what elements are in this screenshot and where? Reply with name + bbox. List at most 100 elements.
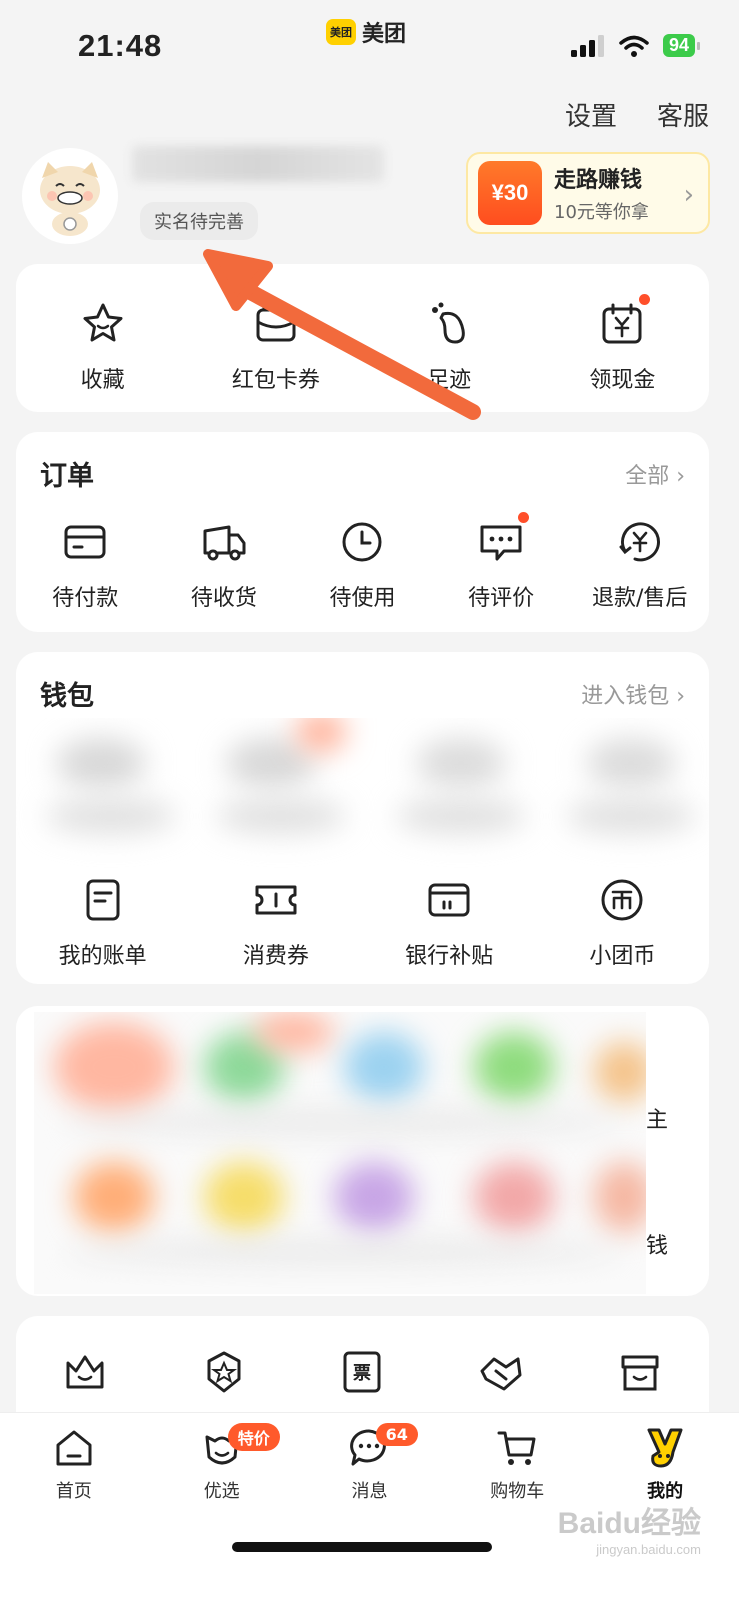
nav-home[interactable]: 首页 — [0, 1425, 148, 1503]
red-envelope-icon: ¥30 — [478, 161, 542, 225]
wallet-xiaotuan-coin[interactable]: 小团币 — [536, 874, 709, 970]
wallet-enter-link[interactable]: 进入钱包 › — [581, 678, 685, 710]
status-icons: 94 — [570, 34, 701, 57]
customer-service-link[interactable]: 客服 — [657, 96, 709, 133]
order-pending-payment[interactable]: 待付款 — [16, 516, 155, 612]
wallet-bank-subsidy[interactable]: 银行补贴 — [363, 874, 536, 970]
wallet-item-label: 我的账单 — [58, 944, 147, 969]
orders-title: 订单 — [40, 461, 94, 492]
top-links: 设置 客服 — [565, 96, 709, 133]
chevron-right-icon: › — [683, 180, 694, 210]
real-name-verify-tag[interactable]: 实名待完善 — [140, 202, 258, 240]
signal-icon — [570, 34, 604, 57]
meituan-logo-icon: 美团 — [326, 19, 356, 45]
quick-action-label: 领现金 — [589, 368, 656, 393]
refund-icon — [614, 516, 666, 568]
wallet-item-label: 消费券 — [242, 944, 309, 969]
order-status-label: 待收货 — [190, 586, 257, 611]
nav-label: 优选 — [203, 1481, 240, 1502]
baidu-watermark: Baidu经验 jingyan.baidu.com — [558, 1498, 701, 1557]
walk-card-title: 走路赚钱 — [554, 168, 643, 193]
order-status-label: 退款/售后 — [591, 586, 688, 611]
notification-dot — [518, 512, 530, 523]
watermark-text: Baidu经验 — [557, 1507, 701, 1540]
wallet-my-bill[interactable]: 我的账单 — [16, 874, 189, 970]
truck-icon — [198, 516, 250, 568]
coin-icon — [596, 874, 648, 926]
nickname-redacted — [132, 146, 384, 182]
service-partial-label: 钱 — [646, 1234, 669, 1259]
quick-action-label: 红包卡券 — [231, 368, 320, 393]
watermark-subtext: jingyan.baidu.com — [596, 1542, 701, 1557]
wallet-card-icon — [250, 298, 302, 350]
quick-action-get-cash[interactable]: 领现金 — [536, 294, 709, 394]
orders-card: 订单 全部 › 待付款 待收货 待使用 待评价 退款/售后 — [16, 432, 709, 632]
nav-messages[interactable]: 64 消息 — [296, 1423, 444, 1503]
more-service-item[interactable] — [16, 1346, 155, 1398]
wallet-title: 钱包 — [40, 681, 94, 712]
nav-label: 首页 — [55, 1481, 92, 1502]
nav-cart[interactable]: 购物车 — [443, 1425, 591, 1503]
more-services-grid: 票 — [16, 1346, 709, 1398]
quick-action-label: 收藏 — [80, 368, 125, 393]
wallet-card: 钱包 进入钱包 › 我的账单 消费券 银行补贴 小团币 — [16, 652, 709, 984]
battery-indicator: 94 — [662, 34, 701, 57]
quick-action-label: 足迹 — [427, 368, 472, 393]
wallet-item-label: 小团币 — [589, 944, 656, 969]
walk-card-subtitle: 10元等你拿 — [554, 202, 649, 223]
nav-badge-count: 64 — [375, 1423, 418, 1446]
order-refund-aftersale[interactable]: 退款/售后 — [570, 516, 709, 612]
clock-icon — [336, 516, 388, 568]
card-icon — [59, 516, 111, 568]
wallet-balances-redacted — [16, 718, 709, 868]
order-status-label: 待评价 — [468, 586, 535, 611]
comment-icon — [475, 512, 530, 568]
home-indicator[interactable] — [232, 1542, 492, 1552]
services-card: 主 钱 — [16, 1006, 709, 1296]
app-indicator: 美团 美团 — [326, 16, 406, 48]
nav-youxuan[interactable]: 特价 优选 — [148, 1423, 296, 1503]
status-bar: 21:48 美团 美团 94 — [0, 0, 739, 90]
quick-action-favorites[interactable]: 收藏 — [16, 298, 189, 394]
cat-avatar-icon — [40, 162, 100, 236]
quick-actions-grid: 收藏 红包卡券 足迹 领现金 — [16, 294, 709, 394]
notification-dot — [639, 294, 651, 305]
more-service-item[interactable]: 票 — [293, 1346, 432, 1398]
nav-label: 消息 — [351, 1481, 388, 1502]
walk-earn-card[interactable]: ¥30 走路赚钱 10元等你拿 › — [466, 152, 710, 234]
more-service-item[interactable] — [432, 1346, 571, 1398]
quick-action-footprints[interactable]: 足迹 — [363, 298, 536, 394]
crown-icon — [59, 1346, 111, 1398]
home-icon — [51, 1425, 97, 1471]
order-pending-use[interactable]: 待使用 — [293, 516, 432, 612]
service-partial-label: 主 — [646, 1108, 669, 1133]
footprint-icon — [423, 298, 475, 350]
cart-icon — [494, 1425, 540, 1471]
svg-text:票: 票 — [353, 1363, 371, 1384]
wallet-item-label: 银行补贴 — [405, 944, 494, 969]
wallet-consumer-coupon[interactable]: 消费券 — [189, 874, 362, 970]
order-pending-receipt[interactable]: 待收货 — [155, 516, 294, 612]
bill-icon — [77, 874, 129, 926]
settings-link[interactable]: 设置 — [565, 96, 617, 133]
wallet-grid: 我的账单 消费券 银行补贴 小团币 — [16, 874, 709, 970]
order-status-label: 待付款 — [52, 586, 119, 611]
services-redacted — [34, 1012, 646, 1294]
more-service-item[interactable] — [570, 1346, 709, 1398]
badge-star-icon — [198, 1346, 250, 1398]
quick-actions-card: 收藏 红包卡券 足迹 领现金 — [16, 264, 709, 412]
star-icon — [77, 298, 129, 350]
store-icon — [614, 1346, 666, 1398]
nav-mine[interactable]: 我的 — [591, 1425, 739, 1503]
ticket-icon — [250, 874, 302, 926]
orders-view-all-link[interactable]: 全部 › — [625, 458, 685, 490]
orders-grid: 待付款 待收货 待使用 待评价 退款/售后 — [16, 512, 709, 612]
avatar[interactable] — [22, 148, 118, 244]
more-service-item[interactable] — [155, 1346, 294, 1398]
quick-action-coupons[interactable]: 红包卡券 — [189, 298, 362, 394]
invoice-icon: 票 — [336, 1346, 388, 1398]
wifi-icon — [619, 35, 649, 57]
order-status-label: 待使用 — [329, 586, 396, 611]
status-time: 21:48 — [78, 28, 163, 63]
order-pending-review[interactable]: 待评价 — [432, 512, 571, 612]
